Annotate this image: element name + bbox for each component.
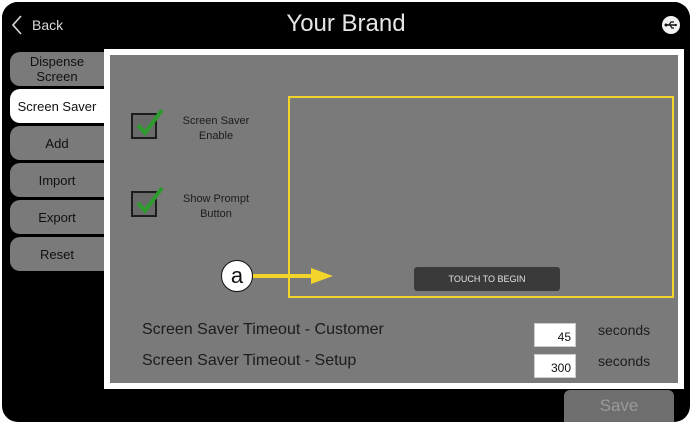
timeout-customer-unit: seconds: [598, 322, 651, 338]
tab-import[interactable]: Import: [10, 163, 104, 197]
tab-dispense-screen[interactable]: Dispense Screen: [10, 52, 104, 86]
tab-label: Screen Saver: [17, 98, 97, 114]
checkmark-icon: [136, 108, 164, 137]
callout-badge: a: [221, 260, 253, 292]
show-prompt-button-label: Show Prompt Button: [182, 193, 250, 220]
touch-to-begin-button[interactable]: TOUCH TO BEGIN: [414, 267, 560, 291]
settings-panel: Screen Saver Enable Show Prompt Button T…: [104, 49, 684, 389]
timeout-setup-input[interactable]: 300: [534, 354, 576, 378]
settings-panel-inner: Screen Saver Enable Show Prompt Button T…: [110, 55, 678, 383]
usb-icon: [662, 16, 680, 34]
tab-add[interactable]: Add: [10, 126, 104, 160]
tab-export[interactable]: Export: [10, 200, 104, 234]
screen-saver-enable-checkbox[interactable]: [131, 108, 164, 139]
show-prompt-button-checkbox[interactable]: [131, 186, 164, 217]
timeout-customer-input[interactable]: 45: [534, 323, 576, 347]
tab-label: Add: [45, 135, 69, 151]
timeout-setup-unit: seconds: [598, 353, 651, 369]
tab-label: Export: [38, 209, 76, 225]
header-bar: Back Your Brand: [2, 2, 690, 48]
save-button[interactable]: Save: [564, 390, 674, 422]
screen-saver-preview: TOUCH TO BEGIN: [288, 96, 674, 298]
tab-reset[interactable]: Reset: [10, 237, 104, 271]
arrow-right-icon: [253, 268, 333, 284]
timeout-customer-label: Screen Saver Timeout - Customer: [142, 321, 384, 338]
tab-label: Dispense Screen: [29, 54, 85, 84]
page-title: Your Brand: [286, 10, 406, 37]
tab-screen-saver[interactable]: Screen Saver: [10, 89, 104, 123]
tab-label: Import: [38, 172, 76, 188]
checkmark-icon: [136, 186, 164, 215]
device-screen: Back Your Brand Dispense Screen Screen S…: [2, 2, 690, 422]
tab-label: Reset: [40, 246, 74, 262]
screen-saver-enable-label: Screen Saver Enable: [182, 115, 250, 142]
timeout-setup-label: Screen Saver Timeout - Setup: [142, 352, 357, 369]
